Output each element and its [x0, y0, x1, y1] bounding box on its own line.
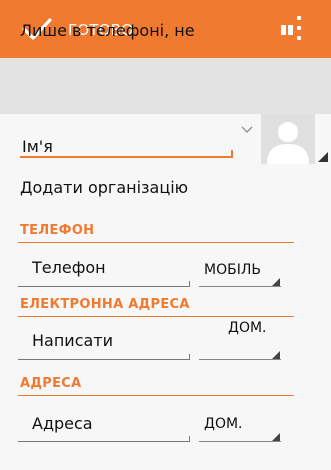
phone-field-underline [18, 286, 190, 287]
address-type-selector[interactable]: ДОМ. [204, 416, 243, 432]
account-label: Лише в телефоні, не [20, 21, 195, 40]
email-field[interactable]: Написати [32, 331, 113, 350]
person-icon [267, 122, 309, 164]
name-underline [20, 156, 233, 158]
chevron-down-icon[interactable] [240, 124, 254, 136]
add-organization-button[interactable]: Додати організацію [20, 178, 188, 197]
contact-photo[interactable] [261, 114, 315, 164]
email-section-header: ЕЛЕКТРОННА АДРЕСА [20, 297, 190, 312]
phone-type-selector[interactable]: МОБІЛЬ [204, 262, 261, 278]
email-field-underline [18, 359, 190, 360]
phone-type-underline [199, 286, 281, 287]
account-row[interactable] [0, 58, 331, 114]
address-type-dropdown-icon [272, 433, 280, 441]
email-type-dropdown-icon [272, 351, 280, 359]
book-icon [277, 21, 297, 39]
email-section-line [18, 316, 294, 317]
name-field[interactable]: Ім'я [22, 137, 53, 156]
phone-section-header: ТЕЛЕФОН [20, 223, 95, 238]
address-field-underline [18, 441, 190, 442]
email-field-tick [189, 354, 190, 360]
address-section-header: АДРЕСА [20, 376, 82, 391]
address-field-tick [189, 436, 190, 442]
phone-field[interactable]: Телефон [32, 258, 106, 277]
address-section-line [18, 395, 294, 396]
address-field[interactable]: Адреса [32, 414, 93, 433]
name-underline-tick [231, 150, 233, 158]
phone-type-dropdown-icon [272, 278, 280, 286]
address-type-underline [199, 441, 281, 442]
email-type-underline [199, 359, 281, 360]
phone-section-line [18, 242, 294, 243]
phone-field-tick [189, 281, 190, 287]
email-type-selector[interactable]: ДОМ. [228, 320, 267, 336]
photo-corner-indicator [318, 152, 328, 162]
